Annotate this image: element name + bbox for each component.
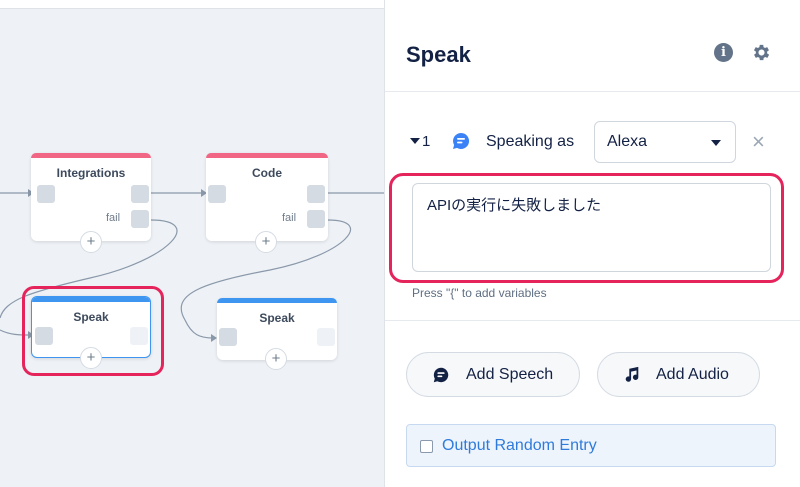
speak-node[interactable]: Speak + <box>217 298 337 370</box>
input-port[interactable] <box>208 185 226 203</box>
close-icon[interactable]: × <box>752 131 765 153</box>
add-speech-button[interactable]: Add Speech <box>406 352 580 397</box>
panel-title: Speak <box>406 42 471 67</box>
input-port[interactable] <box>37 185 55 203</box>
node-color-bar <box>217 298 337 303</box>
integrations-node[interactable]: Integrations fail + <box>31 153 151 253</box>
variables-hint: Press "{" to add variables <box>412 286 547 300</box>
add-speech-label: Add Speech <box>466 366 554 383</box>
text-input-highlight <box>389 173 784 283</box>
info-icon[interactable]: i <box>714 43 733 62</box>
section-divider <box>385 320 800 321</box>
node-title: Speak <box>259 311 295 325</box>
code-node[interactable]: Code fail + <box>206 153 328 253</box>
fail-label: fail <box>106 212 121 224</box>
speak-editor-panel: Speak i 1 Speaking as Alexa × APIの実行に失敗し… <box>384 0 800 487</box>
connection-lines <box>0 189 384 342</box>
node-color-bar <box>31 153 151 158</box>
add-step-button[interactable]: + <box>255 231 277 253</box>
output-random-entry[interactable]: Output Random Entry <box>406 424 776 467</box>
collapse-caret-icon[interactable] <box>410 138 420 144</box>
random-entry-label[interactable]: Output Random Entry <box>442 437 597 455</box>
node-title: Code <box>252 166 282 180</box>
voice-select-value: Alexa <box>607 133 648 150</box>
fail-port[interactable] <box>131 210 149 228</box>
output-port[interactable] <box>131 185 149 203</box>
add-audio-label: Add Audio <box>656 366 729 383</box>
random-entry-checkbox[interactable] <box>420 440 433 453</box>
voice-select[interactable]: Alexa <box>594 121 736 163</box>
node-title: Integrations <box>56 166 126 180</box>
speech-bubble-icon <box>433 367 449 383</box>
selected-node-highlight <box>22 286 164 376</box>
chevron-down-icon <box>711 140 721 146</box>
output-port[interactable] <box>317 328 335 346</box>
flow-canvas[interactable]: Integrations fail + Code fail + Speak + … <box>0 0 384 487</box>
gear-icon[interactable] <box>751 42 772 63</box>
speech-bubble-icon <box>453 132 470 149</box>
add-audio-button[interactable]: Add Audio <box>597 352 760 397</box>
input-port[interactable] <box>219 328 237 346</box>
header-divider <box>385 91 800 92</box>
speech-index: 1 <box>422 133 431 150</box>
speaking-as-label: Speaking as <box>486 133 575 150</box>
add-step-button[interactable]: + <box>265 348 287 370</box>
music-note-icon <box>625 366 639 382</box>
output-port[interactable] <box>307 185 325 203</box>
add-step-button[interactable]: + <box>80 231 102 253</box>
fail-label: fail <box>282 212 297 224</box>
node-color-bar <box>206 153 328 158</box>
fail-port[interactable] <box>307 210 325 228</box>
